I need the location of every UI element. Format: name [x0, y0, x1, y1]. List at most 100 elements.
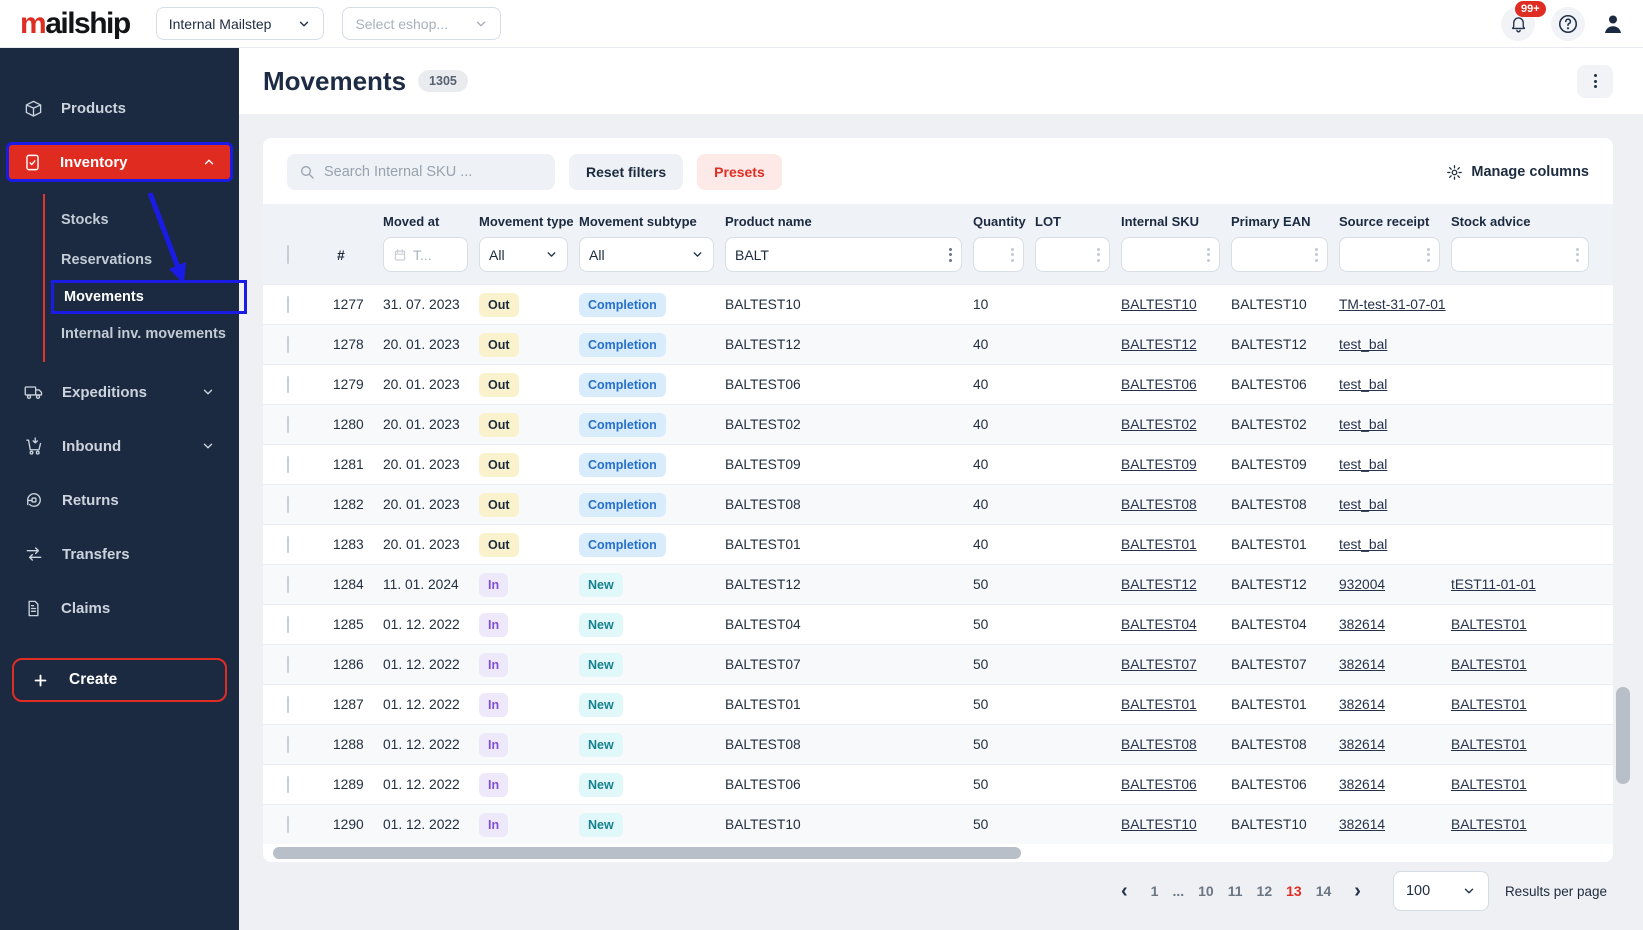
sidebar-item-internal-inv-movements[interactable]: Internal inv. movements — [61, 314, 239, 354]
row-checkbox[interactable] — [287, 576, 289, 593]
source-receipt-link[interactable]: TM-test-31-07-01 — [1339, 297, 1446, 312]
internal-sku-link[interactable]: BALTEST12 — [1121, 337, 1197, 352]
stock-advice-link[interactable]: BALTEST01 — [1451, 617, 1527, 632]
internal-sku-link[interactable]: BALTEST10 — [1121, 817, 1197, 832]
search-field[interactable] — [287, 154, 555, 190]
select-all-checkbox[interactable] — [287, 244, 289, 264]
source-receipt-link[interactable]: 382614 — [1339, 737, 1385, 752]
row-checkbox[interactable] — [287, 536, 289, 553]
source-receipt-link[interactable]: 382614 — [1339, 817, 1385, 832]
product-name-filter[interactable] — [725, 237, 962, 272]
sidebar-item-reservations[interactable]: Reservations — [61, 240, 239, 280]
internal-sku-link[interactable]: BALTEST09 — [1121, 457, 1197, 472]
row-checkbox[interactable] — [287, 456, 289, 473]
stock-advice-link[interactable]: BALTEST01 — [1451, 657, 1527, 672]
page-number-button[interactable]: 14 — [1309, 883, 1339, 899]
sidebar-item-products[interactable]: Products — [10, 88, 229, 128]
source-receipt-link[interactable]: 382614 — [1339, 777, 1385, 792]
eshop-select[interactable]: Select eshop... — [342, 7, 502, 40]
sidebar-item-stocks[interactable]: Stocks — [61, 200, 239, 240]
stock-advice-link[interactable]: tEST11-01-01 — [1451, 577, 1536, 592]
movement-type-filter[interactable]: All — [479, 237, 568, 272]
page-actions-button[interactable] — [1577, 64, 1613, 98]
stock-advice-link[interactable]: BALTEST01 — [1451, 737, 1527, 752]
quantity-filter[interactable] — [973, 237, 1024, 272]
product-name-filter-input[interactable] — [735, 246, 943, 263]
stock-advice-link[interactable]: BALTEST01 — [1451, 777, 1527, 792]
row-checkbox[interactable] — [287, 336, 289, 353]
mailship-logo[interactable]: mailship — [20, 7, 131, 41]
create-button[interactable]: Create — [12, 658, 227, 702]
source-receipt-link[interactable]: test_bal — [1339, 457, 1387, 472]
internal-sku-link[interactable]: BALTEST12 — [1121, 577, 1197, 592]
sidebar-item-movements annotation-box-movements[interactable]: Movements — [51, 280, 247, 314]
presets-button[interactable]: Presets — [697, 154, 782, 190]
row-checkbox[interactable] — [287, 616, 289, 633]
next-page-button chevron-right-icon[interactable]: › — [1344, 880, 1371, 903]
row-checkbox[interactable] — [287, 376, 289, 393]
internal-sku-link[interactable]: BALTEST07 — [1121, 657, 1197, 672]
table-row: 1289 01. 12. 2022 In New BALTEST06 50 BALTEST0… — [263, 764, 1613, 804]
source-receipt-link[interactable]: 382614 — [1339, 657, 1385, 672]
sidebar-item-returns[interactable]: Returns — [10, 480, 229, 520]
sidebar-item-inventory annotation-box-inventory[interactable]: Inventory — [6, 142, 233, 182]
stock-advice-filter[interactable] — [1451, 237, 1589, 272]
row-checkbox[interactable] — [287, 496, 289, 513]
vertical-scrollbar-thumb[interactable] — [1616, 687, 1630, 784]
source-receipt-link[interactable]: test_bal — [1339, 417, 1387, 432]
internal-sku-link[interactable]: BALTEST06 — [1121, 777, 1197, 792]
internal-sku-link[interactable]: BALTEST10 — [1121, 297, 1197, 312]
source-receipt-link[interactable]: test_bal — [1339, 337, 1387, 352]
sidebar-item-claims[interactable]: Claims — [10, 588, 229, 628]
manage-columns-button[interactable]: Manage columns — [1446, 164, 1589, 181]
notifications-button[interactable]: 99+ — [1501, 0, 1546, 41]
source-receipt-link[interactable]: 382614 — [1339, 697, 1385, 712]
row-checkbox[interactable] — [287, 296, 289, 313]
sidebar-item-expeditions[interactable]: Expeditions — [10, 372, 229, 412]
page-number-button[interactable]: 10 — [1191, 883, 1221, 899]
internal-sku-link[interactable]: BALTEST08 — [1121, 497, 1197, 512]
source-receipt-link[interactable]: test_bal — [1339, 377, 1387, 392]
source-receipt-filter[interactable] — [1339, 237, 1440, 272]
moved-at-filter[interactable]: T... — [383, 237, 468, 272]
movement-subtype-filter[interactable]: All — [579, 237, 714, 272]
source-receipt-link[interactable]: test_bal — [1339, 537, 1387, 552]
previous-page-button chevron-left-icon[interactable]: ‹ — [1111, 880, 1138, 903]
primary-ean-filter[interactable] — [1231, 237, 1328, 272]
product-name-value: BALTEST02 — [725, 417, 801, 432]
quantity-value: 50 — [973, 777, 989, 792]
sidebar-item-transfers[interactable]: Transfers — [10, 534, 229, 574]
internal-sku-link[interactable]: BALTEST06 — [1121, 377, 1197, 392]
internal-sku-link[interactable]: BALTEST04 — [1121, 617, 1197, 632]
source-receipt-link[interactable]: test_bal — [1339, 497, 1387, 512]
row-checkbox[interactable] — [287, 736, 289, 753]
row-checkbox[interactable] — [287, 816, 289, 833]
row-checkbox[interactable] — [287, 696, 289, 713]
row-checkbox[interactable] — [287, 416, 289, 433]
workspace-select[interactable]: Internal Mailstep — [155, 7, 325, 40]
row-checkbox[interactable] — [287, 776, 289, 793]
page-number-button[interactable]: 13 — [1279, 883, 1309, 899]
internal-sku-link[interactable]: BALTEST01 — [1121, 697, 1197, 712]
row-checkbox[interactable] — [287, 656, 289, 673]
results-per-page-select[interactable]: 100 — [1392, 871, 1489, 911]
internal-sku-filter[interactable] — [1121, 237, 1220, 272]
internal-sku-link[interactable]: BALTEST08 — [1121, 737, 1197, 752]
lot-filter[interactable] — [1035, 237, 1110, 272]
page-number-button[interactable]: 11 — [1221, 883, 1250, 899]
page-number-button[interactable]: 12 — [1250, 883, 1280, 899]
results-count-badge: 1305 — [418, 70, 468, 92]
internal-sku-link[interactable]: BALTEST01 — [1121, 537, 1197, 552]
horizontal-scrollbar-thumb[interactable] — [273, 847, 1021, 859]
stock-advice-link[interactable]: BALTEST01 — [1451, 697, 1527, 712]
search-input[interactable] — [324, 164, 524, 180]
source-receipt-link[interactable]: 932004 — [1339, 577, 1385, 592]
user-avatar[interactable] — [1601, 12, 1625, 36]
reset-filters-button[interactable]: Reset filters — [569, 154, 684, 190]
internal-sku-link[interactable]: BALTEST02 — [1121, 417, 1197, 432]
sidebar-item-inbound[interactable]: Inbound — [10, 426, 229, 466]
page-number-button[interactable]: 1 — [1144, 883, 1166, 899]
source-receipt-link[interactable]: 382614 — [1339, 617, 1385, 632]
help-button[interactable] — [1551, 6, 1585, 41]
stock-advice-link[interactable]: BALTEST01 — [1451, 817, 1527, 832]
